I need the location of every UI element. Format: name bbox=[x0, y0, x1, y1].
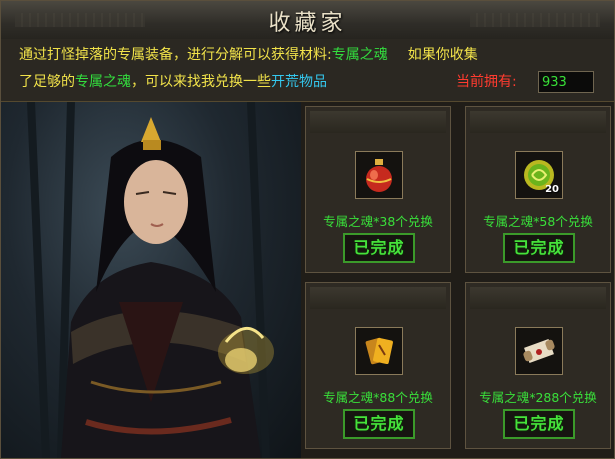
completed-button[interactable]: 已完成 bbox=[343, 233, 415, 263]
card-header bbox=[470, 287, 606, 309]
item-slot[interactable] bbox=[355, 151, 403, 199]
info-panel: 通过打怪掉落的专属装备，进行分解可以获得材料:专属之魂 如果你收集 了足够的专属之… bbox=[1, 39, 614, 102]
completed-button[interactable]: 已完成 bbox=[503, 409, 575, 439]
completed-button[interactable]: 已完成 bbox=[343, 409, 415, 439]
info-line-2: 了足够的专属之魂，可以来找我兑换一些开荒物品 bbox=[19, 72, 327, 92]
npc-portrait bbox=[1, 101, 301, 458]
exchange-cost: 专属之魂*38个兑换 bbox=[323, 214, 433, 229]
completed-button[interactable]: 已完成 bbox=[503, 233, 575, 263]
reward-category: 开荒物品 bbox=[271, 74, 327, 90]
exchange-cost: 专属之魂*88个兑换 bbox=[323, 390, 433, 405]
owned-label: 当前拥有: bbox=[456, 74, 517, 90]
exchange-cost: 专属之魂*288个兑换 bbox=[479, 390, 597, 405]
potion-bottle-icon bbox=[366, 159, 392, 192]
scroll-icon bbox=[523, 339, 555, 363]
content-area: 专属之魂*38个兑换 已完成 20 专属之魂*58个兑换 已完成 专属之魂*88… bbox=[1, 101, 614, 458]
item-slot[interactable] bbox=[355, 327, 403, 375]
info-text: 了足够的 bbox=[19, 74, 75, 90]
collector-window: 收藏家 通过打怪掉落的专属装备，进行分解可以获得材料:专属之魂 如果你收集 了足够… bbox=[0, 0, 615, 459]
material-name: 专属之魂 bbox=[75, 74, 131, 90]
exchange-card: 专属之魂*38个兑换 已完成 bbox=[305, 106, 451, 273]
window-title: 收藏家 bbox=[268, 11, 347, 36]
card-header bbox=[310, 111, 446, 133]
info-text: 如果你收集 bbox=[407, 47, 478, 63]
exchange-card: 专属之魂*88个兑换 已完成 bbox=[305, 282, 451, 449]
info-text: 通过打怪掉落的专属装备，进行分解可以获得材料: bbox=[19, 47, 332, 63]
exchange-card: 20 专属之魂*58个兑换 已完成 bbox=[465, 106, 611, 273]
title-bar: 收藏家 bbox=[1, 1, 614, 40]
exchange-card: 专属之魂*288个兑换 已完成 bbox=[465, 282, 611, 449]
card-header bbox=[310, 287, 446, 309]
owned-count: 933 bbox=[538, 71, 594, 93]
exchange-cost: 专属之魂*58个兑换 bbox=[483, 214, 593, 229]
gold-cards-icon bbox=[365, 337, 393, 365]
item-slot[interactable] bbox=[515, 327, 563, 375]
info-text: ，可以来找我兑换一些 bbox=[131, 74, 271, 90]
card-header bbox=[470, 111, 606, 133]
material-name: 专属之魂 bbox=[331, 47, 388, 63]
info-line-1: 通过打怪掉落的专属装备，进行分解可以获得材料:专属之魂 如果你收集 bbox=[19, 45, 478, 65]
item-slot[interactable]: 20 bbox=[515, 151, 563, 199]
item-count-badge: 20 bbox=[545, 184, 559, 195]
npc-portrait-art bbox=[27, 101, 274, 458]
